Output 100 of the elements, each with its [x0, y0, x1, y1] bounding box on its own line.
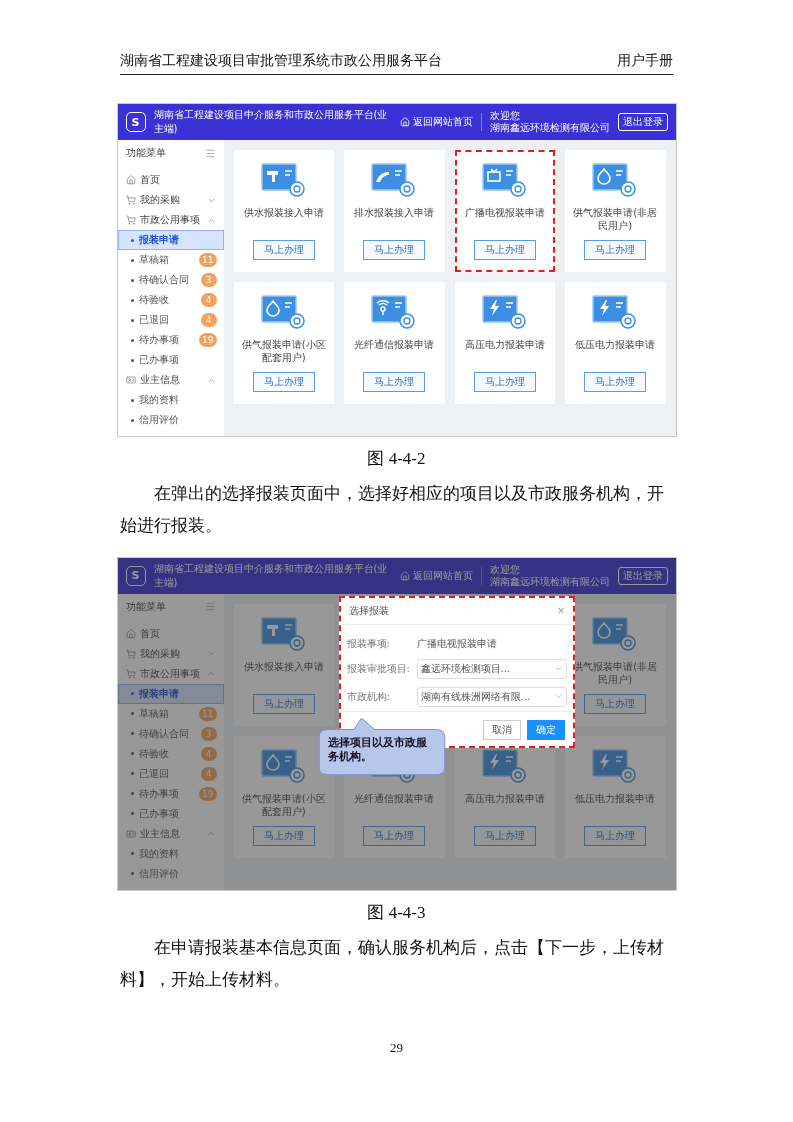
- apply-button[interactable]: 马上办理: [584, 372, 647, 392]
- select-field[interactable]: 鑫远环境检测项目...: [416, 658, 567, 679]
- submenu-item[interactable]: 我的资料: [117, 843, 224, 864]
- submenu-item[interactable]: 已办事项: [117, 803, 224, 824]
- submenu-item[interactable]: 信用评价: [117, 410, 224, 430]
- field-label: 报装审批项目:: [346, 661, 411, 676]
- apply-button[interactable]: 马上办理: [252, 372, 315, 392]
- service-name: 供气报装申请(小区配套用户): [240, 338, 327, 364]
- menu-item[interactable]: 市政公用事项: [117, 663, 224, 684]
- submenu-item[interactable]: 报装申请: [117, 683, 224, 704]
- submenu-item[interactable]: 待确认合同 3: [117, 723, 224, 744]
- submenu-item[interactable]: 信用评价: [117, 863, 224, 884]
- submenu-item[interactable]: 已退回 4: [117, 310, 224, 330]
- service-name: 供气报装申请(非居民用户): [572, 206, 659, 232]
- menu-item[interactable]: 市政公用事项: [117, 210, 224, 230]
- menu-item[interactable]: 我的采购: [117, 190, 224, 210]
- apply-button[interactable]: 马上办理: [584, 693, 647, 714]
- apply-button[interactable]: 马上办理: [473, 240, 536, 260]
- home-link[interactable]: 返回网站首页: [399, 568, 473, 583]
- count-badge: 4: [200, 746, 217, 761]
- logo: S: [125, 112, 146, 132]
- menu-item[interactable]: 首页: [117, 623, 224, 644]
- lightning-icon: [592, 747, 639, 784]
- body-paragraph: 在申请报装基本信息页面，确认服务机构后，点击【下一步，上传材料】，开始上传材料。: [120, 936, 665, 991]
- count-badge: 4: [200, 313, 217, 327]
- count-badge: 19: [199, 786, 217, 801]
- menu-icon[interactable]: [204, 601, 216, 613]
- company-name: 湖南鑫远环境检测有限公司: [489, 575, 610, 588]
- menu-item[interactable]: 我的采购: [117, 643, 224, 664]
- count-badge: 4: [200, 766, 217, 781]
- apply-button[interactable]: 马上办理: [363, 825, 426, 846]
- service-name: 供气报装申请(小区配套用户): [240, 791, 327, 818]
- service-name: 广播电视报装申请: [464, 206, 545, 219]
- antenna-icon: [371, 294, 418, 330]
- apply-button[interactable]: 马上办理: [584, 825, 647, 846]
- figure-caption: 图 4-4-2: [366, 448, 427, 470]
- count-badge: 3: [200, 726, 217, 741]
- service-name: 高压电力报装申请: [464, 791, 545, 805]
- apply-button[interactable]: 马上办理: [584, 240, 647, 260]
- submenu-item[interactable]: 待验收 4: [117, 290, 224, 310]
- lightning-icon: [592, 294, 639, 330]
- service-name: 光纤通信报装申请: [354, 791, 435, 805]
- submenu-item[interactable]: 我的资料: [117, 390, 224, 410]
- apply-button[interactable]: 马上办理: [252, 240, 315, 260]
- field-label: 市政机构:: [346, 689, 391, 704]
- menu-item[interactable]: 业主信息: [117, 370, 224, 390]
- submenu-item[interactable]: 已退回 4: [117, 763, 224, 784]
- apply-button[interactable]: 马上办理: [473, 372, 536, 392]
- logout-button[interactable]: 退出登录: [617, 566, 668, 585]
- welcome-text: 欢迎您: [489, 110, 521, 122]
- submenu-item[interactable]: 待办事项 19: [117, 330, 224, 350]
- app-title: 湖南省工程建设项目中介服务和市政公用服务平台(业主端): [153, 108, 389, 136]
- submenu-item[interactable]: 待确认合同 3: [117, 270, 224, 290]
- apply-button[interactable]: 马上办理: [363, 240, 426, 260]
- page-number: 29: [389, 1040, 404, 1056]
- apply-button[interactable]: 马上办理: [252, 693, 315, 714]
- cart-icon: [125, 668, 136, 679]
- company-name: 湖南鑫远环境检测有限公司: [489, 122, 610, 134]
- apply-button[interactable]: 马上办理: [473, 825, 536, 846]
- logo: S: [125, 565, 146, 586]
- menu-icon[interactable]: [204, 147, 216, 159]
- body-paragraph: 在弹出的选择报装页面中，选择好相应的项目以及市政服务机构，开始进行报装。: [120, 483, 665, 538]
- submenu-item[interactable]: 待办事项 19: [117, 783, 224, 804]
- select-field[interactable]: 湖南有线株洲网络有限...: [416, 686, 567, 707]
- menu-title: 功能菜单: [125, 599, 166, 614]
- submenu-item[interactable]: 待验收 4: [117, 743, 224, 764]
- logout-button[interactable]: 退出登录: [617, 113, 668, 131]
- home-icon: [399, 570, 410, 581]
- home-icon: [399, 117, 410, 127]
- submenu-item[interactable]: 已办事项: [117, 350, 224, 370]
- apply-button[interactable]: 马上办理: [252, 825, 315, 846]
- service-name: 高压电力报装申请: [464, 338, 545, 351]
- submenu-item[interactable]: 草稿箱 11: [117, 703, 224, 724]
- confirm-button[interactable]: 确定: [526, 719, 565, 740]
- pipe-icon: [371, 162, 418, 198]
- count-badge: 19: [199, 333, 217, 347]
- close-button[interactable]: ×: [557, 603, 565, 618]
- service-name: 供水报装接入申请: [243, 659, 324, 673]
- submenu-item[interactable]: 草稿箱 11: [117, 250, 224, 270]
- apply-button[interactable]: 马上办理: [363, 372, 426, 392]
- id-card-icon: [125, 828, 136, 839]
- callout-bubble: 选择项目以及市政服务机构。: [317, 717, 446, 776]
- menu-item[interactable]: 首页: [117, 170, 224, 190]
- dialog-title: 选择报装: [348, 603, 389, 618]
- cart-icon: [125, 195, 136, 205]
- service-name: 供水报装接入申请: [243, 206, 324, 219]
- count-badge: 11: [199, 253, 217, 267]
- cart-icon: [125, 215, 136, 225]
- app-title: 湖南省工程建设项目中介服务和市政公用服务平台(业主端): [153, 561, 389, 590]
- home-link[interactable]: 返回网站首页: [399, 115, 473, 129]
- id-card-icon: [125, 375, 136, 385]
- service-name: 低压电力报装申请: [575, 791, 656, 805]
- cancel-button[interactable]: 取消: [482, 719, 521, 740]
- menu-item[interactable]: 业主信息: [117, 823, 224, 844]
- document-type: 用户手册: [617, 52, 673, 70]
- menu-title: 功能菜单: [125, 146, 166, 160]
- figure-caption: 图 4-4-3: [366, 901, 427, 924]
- welcome-text: 欢迎您: [489, 563, 521, 576]
- submenu-item[interactable]: 报装申请: [117, 230, 224, 250]
- cart-icon: [125, 648, 136, 659]
